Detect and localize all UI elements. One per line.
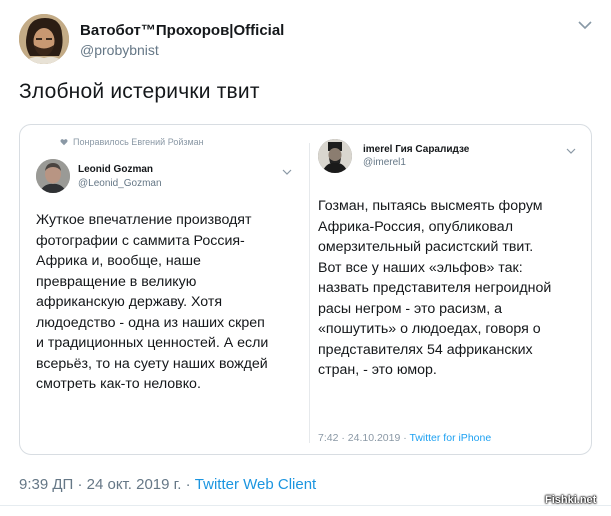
saralidze-line: «пошутить» о людоедах, говоря о bbox=[318, 321, 541, 337]
gozman-line: и традиционных ценностей. А если bbox=[36, 335, 269, 351]
chevron-down-icon[interactable] bbox=[576, 18, 594, 32]
author-handle[interactable]: @probybnist bbox=[80, 42, 159, 58]
gozman-line: Жуткое впечатление производят bbox=[36, 212, 252, 228]
bottom-divider bbox=[0, 505, 611, 506]
gozman-line: Африка и, вообще, наше bbox=[36, 253, 201, 269]
author-display-name[interactable]: Ватобот™Прохоров|Official bbox=[80, 22, 284, 39]
gozman-avatar bbox=[36, 159, 70, 193]
tweet-media-screenshot[interactable]: Понравилось Евгений Ройзман Leonid Gozma… bbox=[19, 124, 592, 455]
saralidze-client: Twitter for iPhone bbox=[409, 432, 492, 444]
gozman-line: смотреть как-то неловко. bbox=[36, 376, 201, 392]
meta-separator: · bbox=[181, 476, 195, 493]
liked-by-row: Понравилось Евгений Ройзман bbox=[60, 137, 204, 147]
gozman-line: людоедство - одна из наших скреп bbox=[36, 314, 265, 331]
saralidze-line: расы негром - это расизм, а bbox=[318, 300, 502, 317]
tweet-meta: 9:39 ДП · 24 окт. 2019 г. · Twitter Web … bbox=[19, 476, 316, 493]
saralidze-tweet-body: Гозман, пытаясь высмеять форум Африка-Ро… bbox=[318, 196, 586, 381]
author-avatar[interactable] bbox=[19, 14, 69, 64]
gozman-line: фотографии с саммита Россия- bbox=[36, 232, 245, 249]
chevron-down-icon bbox=[282, 169, 292, 175]
chevron-down-icon bbox=[566, 148, 576, 154]
tweet-client-link[interactable]: Twitter Web Client bbox=[195, 476, 316, 493]
liked-by-text: Понравилось Евгений Ройзман bbox=[73, 137, 204, 147]
tweet-timestamp[interactable]: 9:39 ДП · 24 окт. 2019 г. bbox=[19, 476, 181, 493]
tweet-text: Злобной истерички твит bbox=[19, 80, 260, 103]
saralidze-meta: 7:42 · 24.10.2019 · Twitter for iPhone bbox=[318, 432, 491, 444]
gozman-name: Leonid Gozman bbox=[78, 164, 153, 175]
saralidze-time: 7:42 · 24.10.2019 · bbox=[318, 432, 410, 444]
saralidze-avatar bbox=[318, 139, 352, 173]
tweet-header: Ватобот™Прохоров|Official @probybnist bbox=[0, 0, 611, 80]
saralidze-line: Африка-Россия, опубликовал bbox=[318, 218, 513, 235]
gozman-line: превращение в великую bbox=[36, 273, 197, 290]
gozman-line: всерьёз, то на суету наших вождей bbox=[36, 355, 268, 372]
saralidze-line: омерзительный расистский твит. bbox=[318, 239, 534, 255]
gozman-tweet-body: Жуткое впечатление производят фотографии… bbox=[36, 210, 306, 395]
gozman-line: африканскую державу. Хотя bbox=[36, 294, 223, 310]
saralidze-line: представителях 54 африканских bbox=[318, 341, 533, 358]
heart-icon bbox=[60, 139, 68, 146]
saralidze-handle: @imerel1 bbox=[363, 157, 406, 168]
gozman-handle: @Leonid_Gozman bbox=[78, 178, 162, 189]
fishki-watermark: Fishki.net bbox=[545, 494, 597, 506]
media-divider bbox=[309, 143, 310, 443]
saralidze-line: стран, - это юмор. bbox=[318, 362, 437, 378]
saralidze-line: Гозман, пытаясь высмеять форум bbox=[318, 198, 543, 214]
saralidze-line: Вот все у наших «эльфов» так: bbox=[318, 259, 523, 276]
saralidze-line: назвать представителя негроидной bbox=[318, 280, 552, 296]
saralidze-name: imerel Гия Саралидзе bbox=[363, 144, 470, 155]
